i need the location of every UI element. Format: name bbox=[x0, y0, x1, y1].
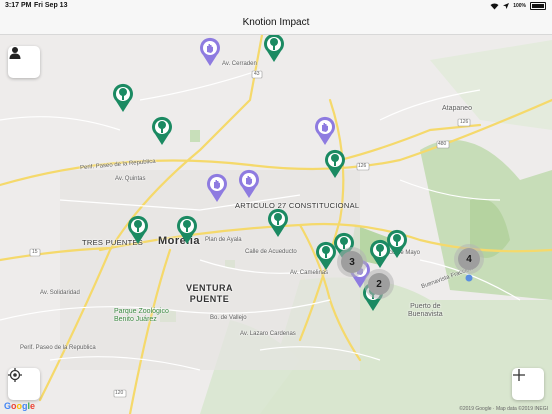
battery-percent: 100% bbox=[513, 3, 526, 9]
map-attribution: ©2019 Google · Map data ©2019 INEGI bbox=[459, 406, 548, 412]
tree-pin[interactable] bbox=[386, 229, 408, 259]
tree-pin[interactable] bbox=[324, 149, 346, 179]
highway-label: 120 bbox=[115, 390, 124, 396]
cluster-count: 2 bbox=[368, 273, 390, 295]
tree-pin[interactable] bbox=[151, 116, 173, 146]
hand-pin[interactable] bbox=[238, 169, 260, 199]
tree-pin[interactable] bbox=[127, 215, 149, 245]
status-bar: 3:17 PM Fri Sep 13 100% bbox=[0, 0, 552, 12]
road-label: Av. Quintas bbox=[115, 176, 146, 182]
locate-button[interactable] bbox=[8, 368, 40, 400]
google-logo: Google bbox=[4, 401, 36, 411]
add-button[interactable] bbox=[512, 368, 544, 400]
tree-pin[interactable] bbox=[267, 208, 289, 238]
hand-pin[interactable] bbox=[314, 116, 336, 146]
highway-label: 126 bbox=[460, 119, 469, 125]
tree-pin[interactable] bbox=[112, 83, 134, 113]
tree-pin[interactable] bbox=[176, 215, 198, 245]
hand-pin[interactable] bbox=[199, 37, 221, 67]
road-label: Plan de Ayala bbox=[205, 237, 242, 243]
park-label: Parque Zoológico Benito Juárez bbox=[114, 308, 169, 323]
marker-cluster[interactable]: 4 bbox=[454, 244, 484, 274]
profile-button[interactable] bbox=[8, 46, 40, 78]
highway-label: 15 bbox=[32, 249, 38, 255]
road-label: Calle de Acueducto bbox=[245, 249, 297, 255]
page-title: Knotion Impact bbox=[242, 17, 310, 28]
highway-label: 43 bbox=[254, 71, 260, 77]
hand-pin[interactable] bbox=[206, 173, 228, 203]
person-icon bbox=[9, 47, 21, 59]
district-label: VENTURA PUENTE bbox=[186, 283, 234, 304]
wifi-icon bbox=[490, 2, 499, 9]
district-label: ARTICULO 27 CONSTITUCIONAL bbox=[235, 201, 360, 210]
tree-pin[interactable] bbox=[263, 33, 285, 63]
road-label: Av. Solidaridad bbox=[40, 290, 80, 296]
highway-label: 480 bbox=[438, 141, 447, 147]
town-label: Atapaneo bbox=[442, 105, 472, 112]
cluster-count: 4 bbox=[458, 248, 480, 270]
status-time: 3:17 PM bbox=[5, 2, 32, 9]
status-date: Fri Sep 13 bbox=[34, 2, 68, 9]
road-label: Av. Cerraden bbox=[222, 61, 257, 67]
highway-label: 126 bbox=[358, 163, 367, 169]
status-indicators: 100% bbox=[490, 2, 546, 10]
marker-cluster[interactable]: 3 bbox=[337, 247, 367, 277]
road-label: Bo. de Vallejo bbox=[210, 315, 247, 321]
location-arrow-icon bbox=[503, 3, 510, 9]
marker-cluster[interactable]: 2 bbox=[364, 269, 394, 299]
map-view[interactable]: 43 126 126 480 15 15 120 Av. Cerraden Pe… bbox=[0, 33, 552, 414]
cluster-count: 3 bbox=[341, 251, 363, 273]
road-label: Av. Lazaro Cardenas bbox=[240, 331, 296, 337]
crosshair-icon bbox=[8, 368, 22, 382]
town-label: Puerto de Buenavista bbox=[408, 303, 443, 318]
nav-bar: Knotion Impact bbox=[0, 12, 552, 35]
battery-icon bbox=[530, 2, 546, 10]
plus-icon bbox=[513, 369, 525, 381]
road-label: Perif. Paseo de la Republica bbox=[20, 345, 96, 351]
